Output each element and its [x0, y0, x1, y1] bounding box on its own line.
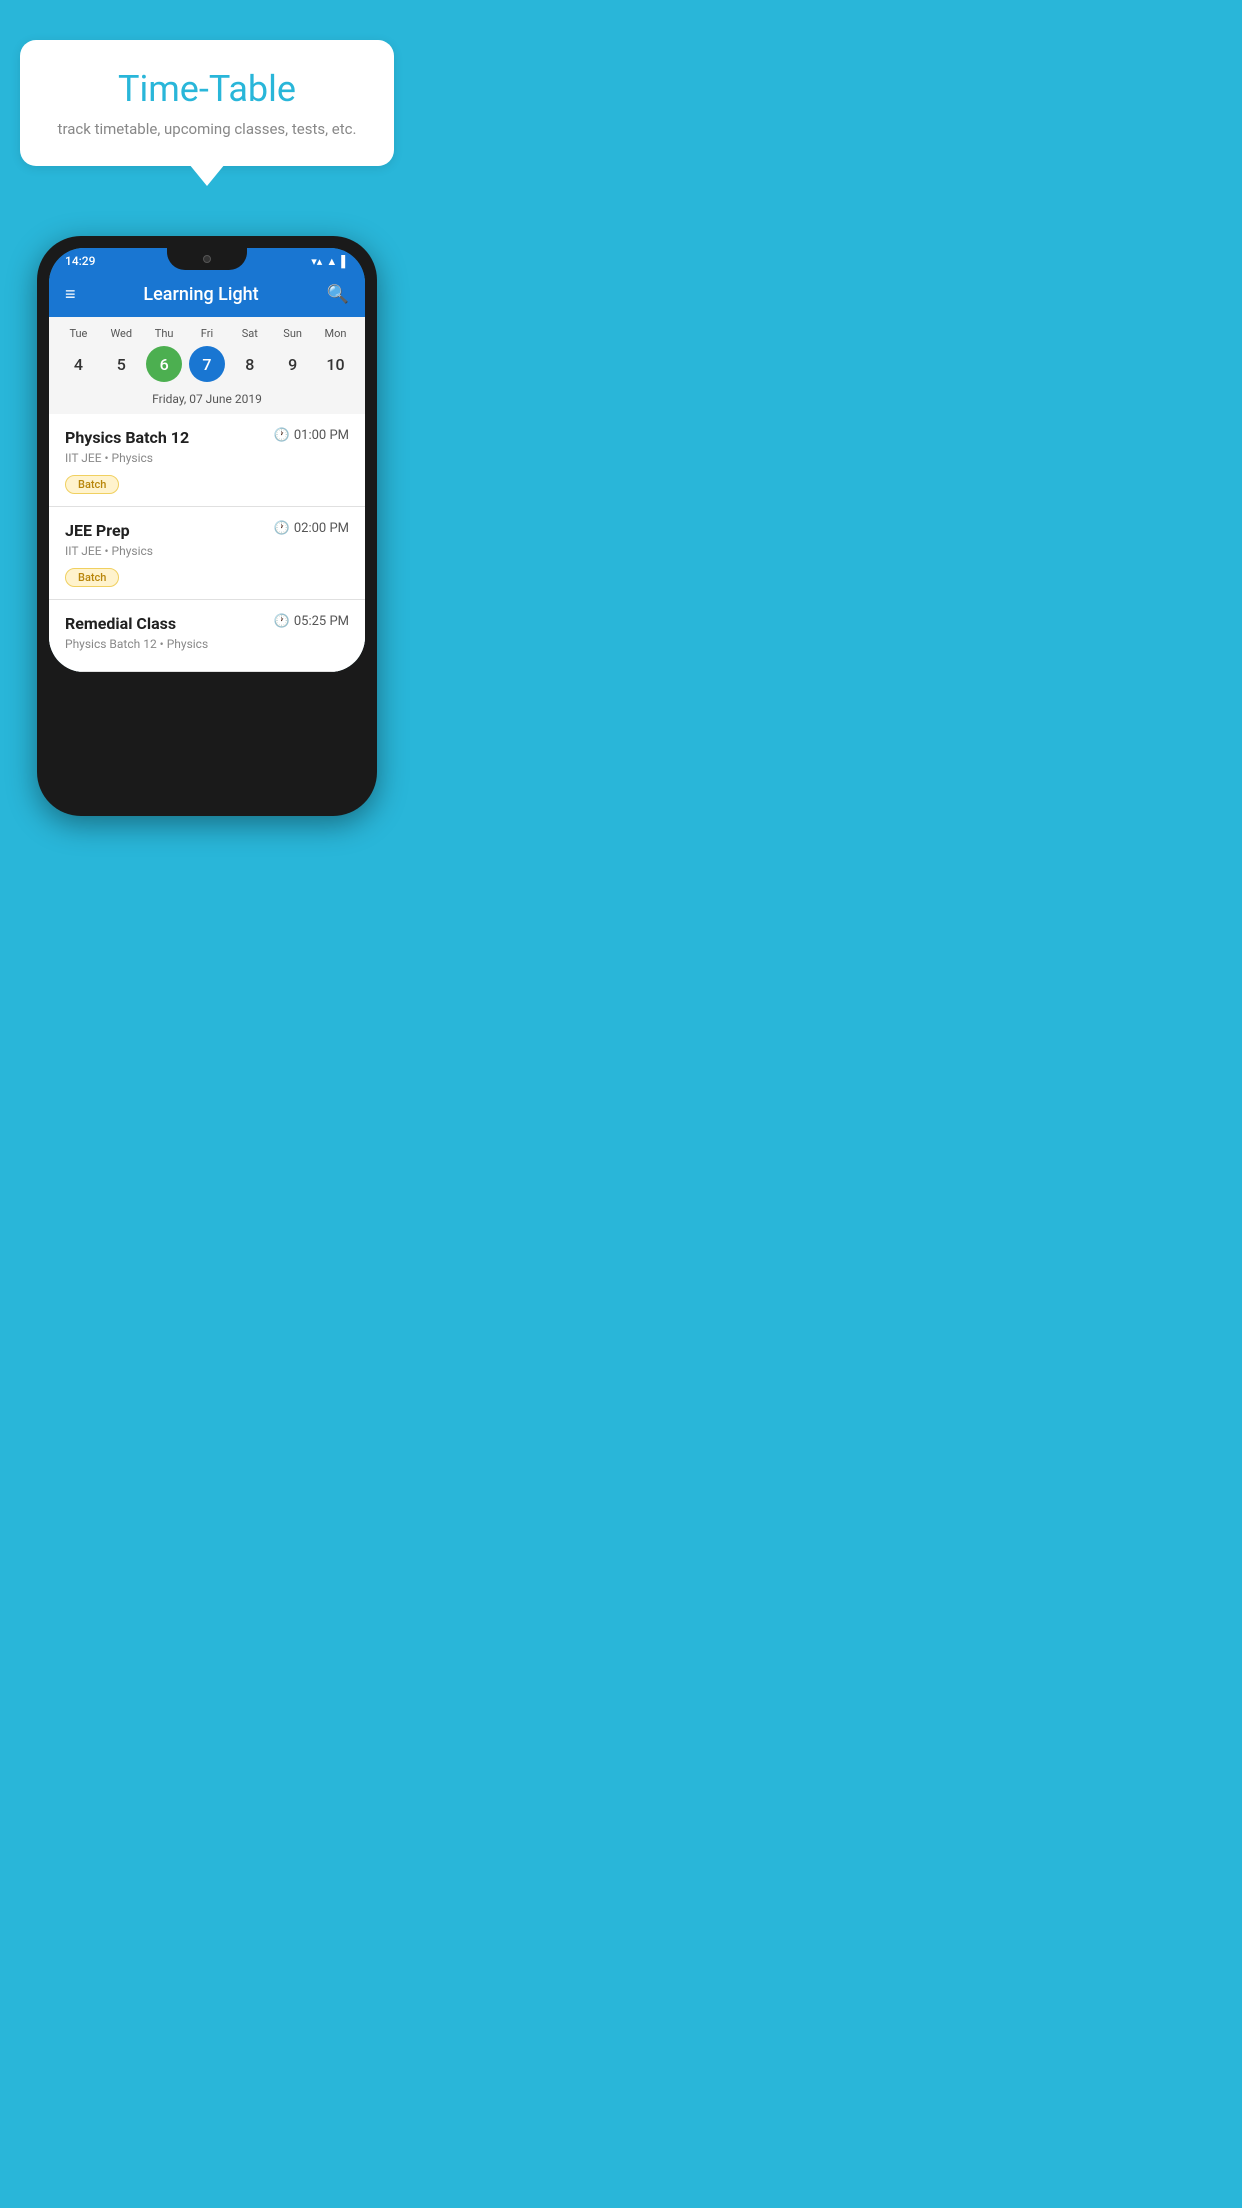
- selected-date: Friday, 07 June 2019: [57, 388, 357, 414]
- day-header-mon: Mon: [315, 327, 355, 340]
- class-name: JEE Prep: [65, 521, 130, 540]
- day-header-sat: Sat: [230, 327, 270, 340]
- bubble-title: Time-Table: [50, 68, 364, 110]
- class-name: Physics Batch 12: [65, 428, 189, 447]
- day-number-7[interactable]: 7: [189, 346, 225, 382]
- day-header-thu: Thu: [144, 327, 184, 340]
- day-numbers: 45678910: [57, 346, 357, 382]
- hamburger-icon[interactable]: ≡: [65, 284, 76, 305]
- class-time: 🕐 05:25 PM: [274, 614, 349, 629]
- class-item-2[interactable]: Remedial Class 🕐 05:25 PM Physics Batch 12…: [49, 600, 365, 672]
- day-header-sun: Sun: [273, 327, 313, 340]
- class-time: 🕐 02:00 PM: [274, 521, 349, 536]
- day-number-8[interactable]: 8: [232, 346, 268, 382]
- class-details: Physics Batch 12 • Physics: [65, 637, 349, 651]
- class-details: IIT JEE • Physics: [65, 451, 349, 465]
- day-headers: TueWedThuFriSatSunMon: [57, 327, 357, 340]
- bubble-subtitle: track timetable, upcoming classes, tests…: [50, 120, 364, 138]
- search-icon[interactable]: 🔍: [327, 284, 349, 305]
- app-header: ≡ Learning Light 🔍: [49, 272, 365, 317]
- class-item-top: Remedial Class 🕐 05:25 PM: [65, 614, 349, 633]
- class-name: Remedial Class: [65, 614, 176, 633]
- class-item-1[interactable]: JEE Prep 🕐 02:00 PM IIT JEE • Physics Batch: [49, 507, 365, 600]
- day-number-6[interactable]: 6: [146, 346, 182, 382]
- phone-wrapper: 14:29 ▾▴ ▲ ▌ ≡ Learning Light 🔍: [0, 236, 414, 816]
- day-number-4[interactable]: 4: [60, 346, 96, 382]
- day-number-10[interactable]: 10: [317, 346, 353, 382]
- clock-icon: 🕐: [274, 428, 290, 443]
- battery-icon: ▌: [341, 255, 349, 268]
- calendar-strip: TueWedThuFriSatSunMon 45678910 Friday, 0…: [49, 317, 365, 414]
- status-icons: ▾▴ ▲ ▌: [311, 255, 349, 268]
- class-details: IIT JEE • Physics: [65, 544, 349, 558]
- clock-icon: 🕐: [274, 614, 290, 629]
- speech-bubble: Time-Table track timetable, upcoming cla…: [20, 40, 394, 166]
- phone-screen: 14:29 ▾▴ ▲ ▌ ≡ Learning Light 🔍: [49, 248, 365, 672]
- status-bar: 14:29 ▾▴ ▲ ▌: [49, 248, 365, 272]
- app-title: Learning Light: [143, 284, 258, 305]
- status-time: 14:29: [65, 254, 95, 268]
- day-header-wed: Wed: [101, 327, 141, 340]
- class-list: Physics Batch 12 🕐 01:00 PM IIT JEE • Phys…: [49, 414, 365, 672]
- wifi-icon: ▾▴: [311, 255, 322, 268]
- top-section: Time-Table track timetable, upcoming cla…: [0, 0, 414, 186]
- clock-icon: 🕐: [274, 521, 290, 536]
- day-header-fri: Fri: [187, 327, 227, 340]
- class-time: 🕐 01:00 PM: [274, 428, 349, 443]
- day-number-9[interactable]: 9: [275, 346, 311, 382]
- class-item-0[interactable]: Physics Batch 12 🕐 01:00 PM IIT JEE • Phys…: [49, 414, 365, 507]
- day-header-tue: Tue: [58, 327, 98, 340]
- batch-badge: Batch: [65, 475, 119, 494]
- notch: [167, 248, 247, 270]
- signal-icon: ▲: [326, 255, 337, 268]
- day-number-5[interactable]: 5: [103, 346, 139, 382]
- phone-device: 14:29 ▾▴ ▲ ▌ ≡ Learning Light 🔍: [37, 236, 377, 816]
- class-item-top: Physics Batch 12 🕐 01:00 PM: [65, 428, 349, 447]
- class-item-top: JEE Prep 🕐 02:00 PM: [65, 521, 349, 540]
- batch-badge: Batch: [65, 568, 119, 587]
- camera-dot: [203, 255, 211, 263]
